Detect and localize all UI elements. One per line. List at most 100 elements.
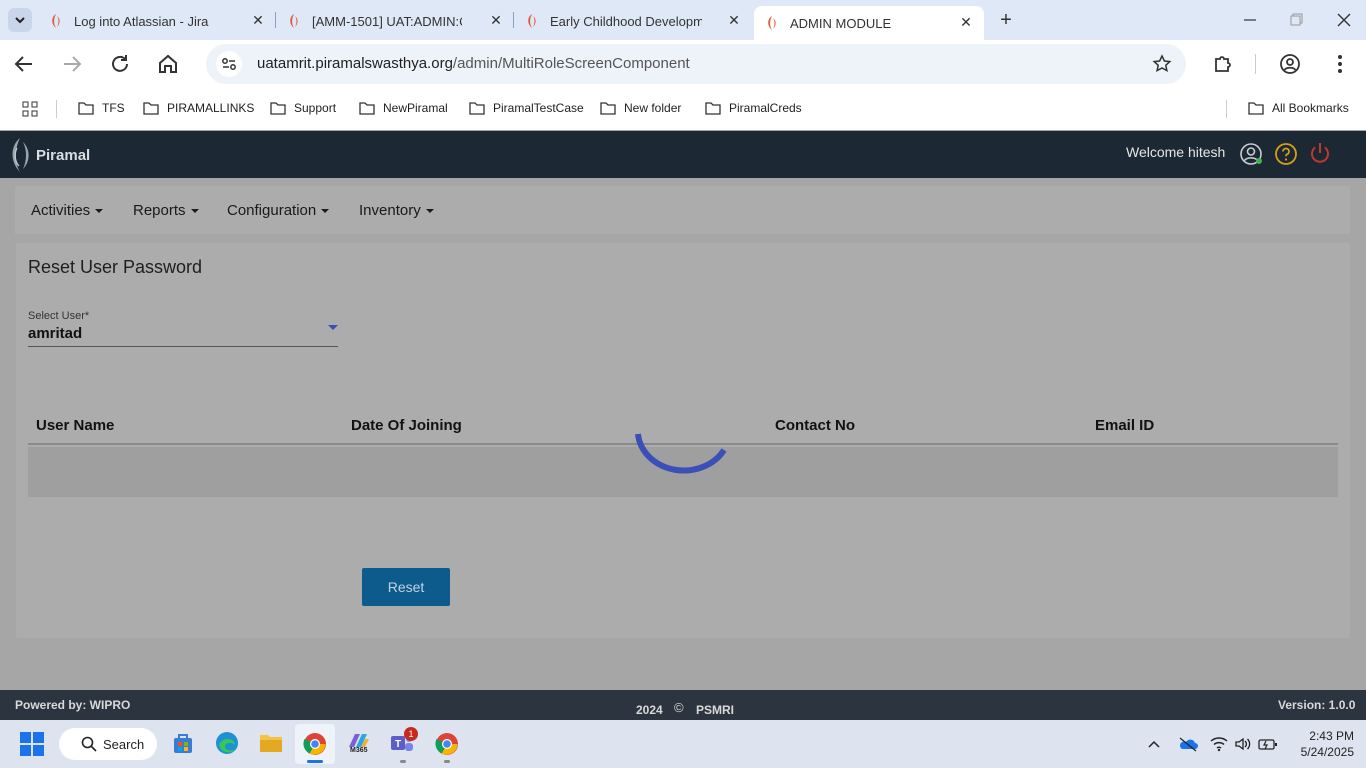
taskbar-teams[interactable]: T 1	[390, 727, 418, 763]
notification-badge: 1	[404, 727, 418, 741]
bookmark-piramallinks[interactable]: PIRAMALLINKS	[143, 101, 254, 115]
apps-button[interactable]	[22, 101, 38, 117]
user-profile-button[interactable]	[1239, 142, 1263, 166]
copyright-icon: ©	[674, 700, 684, 715]
arrow-right-icon	[64, 56, 82, 72]
battery-tray[interactable]	[1258, 736, 1278, 752]
close-tab-icon[interactable]: ✕	[488, 12, 504, 28]
page-title: Reset User Password	[28, 257, 203, 277]
tab-jira[interactable]: Log into Atlassian - Jira ✕	[38, 6, 266, 36]
taskbar-m365[interactable]: M365	[346, 731, 372, 757]
app-footer: Powered by: WIPRO 2024 © PSMRI Version: …	[0, 690, 1366, 720]
onedrive-tray[interactable]	[1178, 736, 1198, 752]
menu-configuration[interactable]: Configuration	[227, 202, 330, 219]
wifi-tray[interactable]	[1210, 736, 1228, 752]
m365-label: M365	[350, 747, 368, 754]
url-host: uatamrit.piramalswasthya.org	[257, 55, 453, 72]
column-header-date-of-joining: Date Of Joining	[351, 417, 462, 434]
running-indicator	[400, 760, 406, 763]
new-tab-button[interactable]: +	[996, 10, 1016, 30]
help-button[interactable]	[1274, 142, 1298, 166]
close-tab-icon[interactable]: ✕	[726, 12, 742, 28]
logo-text: Piramal	[36, 146, 91, 164]
select-user-field[interactable]: Select User* amritad	[28, 310, 338, 347]
bookmark-new-folder[interactable]: New folder	[600, 101, 681, 115]
column-header-user-name: User Name	[36, 417, 115, 434]
start-button[interactable]	[20, 732, 44, 756]
welcome-text: Welcome hitesh	[1126, 144, 1226, 160]
bookmark-label: PiramalCreds	[729, 101, 802, 115]
forward-button[interactable]	[60, 52, 84, 76]
url-text[interactable]: uatamrit.piramalswasthya.org/admin/Multi…	[257, 55, 690, 72]
menu-label: Activities	[31, 202, 91, 219]
logout-button[interactable]	[1308, 141, 1332, 165]
star-icon	[1152, 54, 1172, 73]
taskbar-chrome-2[interactable]	[435, 732, 459, 763]
bookmark-tfs[interactable]: TFS	[78, 101, 125, 115]
bookmark-newpiramal[interactable]: NewPiramal	[359, 101, 448, 115]
tab-search-button[interactable]	[8, 8, 32, 32]
tab-admin-module[interactable]: ADMIN MODULE ✕	[754, 6, 984, 40]
bookmark-star-button[interactable]	[1152, 54, 1172, 74]
back-button[interactable]	[12, 52, 36, 76]
close-window-button[interactable]	[1334, 10, 1354, 30]
select-user-label: Select User*	[28, 310, 90, 322]
restore-icon	[1290, 13, 1303, 26]
all-bookmarks[interactable]: All Bookmarks	[1248, 101, 1349, 115]
folder-icon	[143, 102, 159, 115]
bookmark-label: NewPiramal	[383, 101, 448, 115]
bookmarks-divider	[56, 100, 57, 118]
piramal-logo[interactable]: Piramal	[8, 136, 90, 174]
site-info-button[interactable]	[216, 51, 242, 77]
column-header-contact-no: Contact No	[775, 417, 855, 434]
home-button[interactable]	[156, 52, 180, 76]
tab-early-childhood[interactable]: Early Childhood Developme ✕	[514, 6, 742, 36]
clock-time: 2:43 PM	[1309, 729, 1354, 743]
restore-button[interactable]	[1286, 10, 1306, 30]
clock-tray[interactable]: 2:43 PM 5/24/2025	[1284, 729, 1354, 761]
volume-tray[interactable]	[1234, 736, 1252, 752]
chevron-down-icon	[15, 17, 25, 24]
folder-icon	[270, 102, 286, 115]
taskbar-search-label: Search	[103, 736, 145, 752]
spinner-arc-icon	[635, 433, 727, 474]
browser-menu-button[interactable]	[1330, 52, 1350, 76]
menu-label: Configuration	[227, 202, 317, 219]
close-tab-icon[interactable]: ✕	[250, 12, 266, 28]
bookmark-label: PiramalTestCase	[493, 101, 584, 115]
reload-button[interactable]	[108, 52, 132, 76]
taskbar-store[interactable]	[172, 732, 194, 754]
bookmark-piramalcreds[interactable]: PiramalCreds	[705, 101, 802, 115]
speaker-icon	[1235, 737, 1251, 751]
menu-inventory[interactable]: Inventory	[359, 202, 434, 219]
profile-button[interactable]	[1278, 52, 1302, 76]
minimize-button[interactable]	[1240, 10, 1260, 30]
cloud-icon	[1179, 737, 1198, 752]
footer-powered-by: Powered by: WIPRO	[15, 698, 131, 712]
show-hidden-icons-button[interactable]	[1146, 736, 1162, 752]
folder-icon	[469, 102, 485, 115]
bookmark-piramaltestcase[interactable]: PiramalTestCase	[469, 101, 584, 115]
close-tab-icon[interactable]: ✕	[958, 14, 974, 30]
reset-button[interactable]: Reset	[362, 568, 450, 606]
svg-text:T: T	[395, 739, 401, 750]
bookmark-label: TFS	[102, 101, 125, 115]
footer-org: PSMRI	[696, 703, 735, 717]
taskbar-search[interactable]: Search	[59, 728, 157, 760]
bookmark-support[interactable]: Support	[270, 101, 336, 115]
chevron-up-icon	[1148, 740, 1160, 748]
folder-icon	[705, 102, 721, 115]
menu-label: Inventory	[359, 202, 421, 219]
extensions-button[interactable]	[1211, 52, 1235, 76]
home-icon	[159, 54, 177, 73]
active-indicator	[307, 760, 323, 763]
taskbar-file-explorer[interactable]	[259, 732, 283, 754]
menu-reports[interactable]: Reports	[133, 202, 199, 219]
help-circle-icon	[1275, 143, 1297, 165]
menu-activities[interactable]: Activities	[31, 202, 104, 219]
tab-amm-1501[interactable]: [AMM-1501] UAT:ADMIN:Co ✕	[276, 6, 504, 36]
caret-down-icon	[95, 209, 104, 214]
taskbar-edge[interactable]	[215, 731, 239, 755]
taskbar-chrome-active[interactable]	[295, 724, 335, 764]
clock-date: 5/24/2025	[1300, 745, 1354, 759]
